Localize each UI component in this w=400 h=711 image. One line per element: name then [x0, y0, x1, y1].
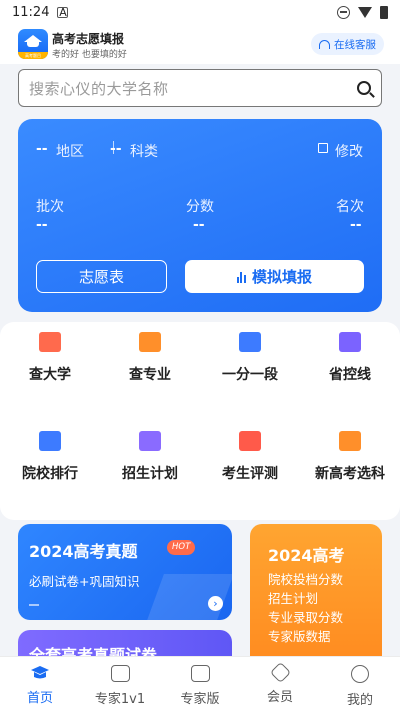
bottom-tab-bar: 首页 专家1v1 专家版 会员 我的 — [0, 656, 400, 711]
app-logo-icon: 高考题目 — [18, 29, 48, 59]
notification-a-icon: A — [57, 5, 69, 19]
tab-profile[interactable]: 我的 — [320, 657, 400, 711]
app-slogan: 考的好 也要填的好 — [52, 50, 127, 60]
university-icon — [39, 332, 61, 352]
plan-icon — [139, 431, 161, 451]
wifi-icon — [358, 6, 372, 18]
tab-expert-1v1[interactable]: 专家1v1 — [80, 657, 160, 711]
rank-label: 名次 — [336, 199, 364, 215]
edit-button[interactable]: 修改 — [335, 141, 363, 161]
feature-enrollment-plan[interactable]: 招生计划 — [100, 421, 200, 491]
feature-label: 查大学 — [29, 367, 71, 383]
feature-label: 招生计划 — [122, 466, 178, 482]
status-bar: 11:24 A — [0, 0, 400, 24]
exam-banner-subtitle: 必刷试卷+巩固知识 — [29, 574, 140, 589]
book-select-icon — [339, 431, 361, 451]
profile-icon — [351, 665, 369, 683]
admission-data-banner[interactable]: 2024高考 院校投档分数 招生计划 专业录取分数 专家版数据 — [250, 524, 382, 670]
tab-label: 我的 — [346, 693, 373, 708]
simulate-fill-label: 模拟填报 — [251, 268, 312, 286]
search-input[interactable]: 搜索心仪的大学名称 — [18, 69, 382, 107]
simulate-fill-button[interactable]: 模拟填报 — [185, 260, 364, 293]
cube-icon — [239, 431, 261, 451]
segments-icon — [239, 332, 261, 352]
feature-grid: 查大学 查专业 一分一段 省控线 院校排行 招生计划 考生评测 新高考选科 — [0, 322, 400, 520]
tab-expert-edition[interactable]: 专家版 — [160, 657, 240, 711]
wish-list-label: 志愿表 — [78, 268, 124, 286]
tab-label: 专家1v1 — [94, 692, 146, 707]
feature-control-line[interactable]: 省控线 — [300, 322, 400, 392]
feature-label: 查专业 — [129, 367, 171, 383]
headset-icon — [319, 39, 330, 49]
book-icon — [139, 332, 161, 352]
online-service-label: 在线客服 — [334, 38, 376, 51]
status-time: 11:24 — [12, 4, 50, 20]
search-placeholder: 搜索心仪的大学名称 — [29, 79, 169, 98]
batch-label: 批次 — [36, 199, 64, 215]
score-label: 分数 — [186, 199, 214, 215]
feature-check-major[interactable]: 查专业 — [100, 322, 200, 392]
admission-line: 专业录取分数 — [268, 610, 344, 625]
feature-label: 省控线 — [329, 367, 371, 383]
online-service-button[interactable]: 在线客服 — [311, 33, 384, 55]
tab-label: 会员 — [266, 690, 293, 705]
admission-line: 专家版数据 — [268, 629, 331, 644]
hot-badge: HOT — [167, 540, 196, 555]
score-value: -- — [193, 217, 205, 233]
exam-papers-banner[interactable]: 2024高考真题 HOT 必刷试卷+巩固知识 › — [18, 524, 232, 620]
app-header: 高考题目 高考志愿填报 考的好 也要填的好 在线客服 — [0, 24, 400, 64]
feature-subject-selection[interactable]: 新高考选科 — [300, 421, 400, 491]
bar-chart-icon — [236, 271, 246, 283]
region-label[interactable]: 地区 — [56, 141, 84, 161]
vip-icon — [269, 661, 291, 684]
feature-label: 考生评测 — [222, 466, 278, 482]
feature-university-ranking[interactable]: 院校排行 — [0, 421, 100, 491]
battery-icon — [380, 5, 388, 19]
edit-icon[interactable] — [318, 143, 328, 153]
wish-list-button[interactable]: 志愿表 — [36, 260, 167, 293]
do-not-disturb-icon — [337, 5, 350, 19]
search-icon[interactable] — [357, 81, 371, 95]
expert-1v1-icon — [110, 665, 130, 682]
feature-student-assessment[interactable]: 考生评测 — [200, 421, 300, 491]
subject-label[interactable]: 科类 — [130, 141, 158, 161]
feature-label: 一分一段 — [222, 367, 278, 383]
score-profile-card: -- 地区 -- 科类 修改 批次 -- 分数 -- 名次 -- 志愿表 模拟填… — [18, 119, 382, 312]
tab-label: 专家版 — [180, 692, 220, 707]
expert-edition-icon — [190, 665, 210, 682]
admission-line: 院校投档分数 — [268, 572, 344, 587]
feature-check-university[interactable]: 查大学 — [0, 322, 100, 392]
tab-label: 首页 — [26, 691, 53, 706]
batch-value: -- — [36, 217, 48, 233]
tab-vip[interactable]: 会员 — [240, 657, 320, 711]
decoration — [29, 604, 39, 606]
home-icon — [31, 666, 49, 679]
region-value: -- — [36, 141, 48, 157]
feature-label: 院校排行 — [22, 466, 78, 482]
chevron-right-icon[interactable]: › — [208, 596, 223, 611]
admission-banner-title: 2024高考 — [268, 546, 345, 565]
ranking-icon — [39, 431, 61, 451]
feature-score-segments[interactable]: 一分一段 — [200, 322, 300, 392]
monitor-chart-icon — [339, 332, 361, 352]
app-title: 高考志愿填报 — [52, 32, 125, 46]
tab-home[interactable]: 首页 — [0, 657, 80, 711]
admission-line: 招生计划 — [268, 591, 319, 606]
subject-value: -- — [110, 141, 122, 157]
rank-value: -- — [350, 217, 362, 233]
feature-label: 新高考选科 — [315, 466, 385, 482]
exam-banner-title: 2024高考真题 — [29, 542, 138, 561]
